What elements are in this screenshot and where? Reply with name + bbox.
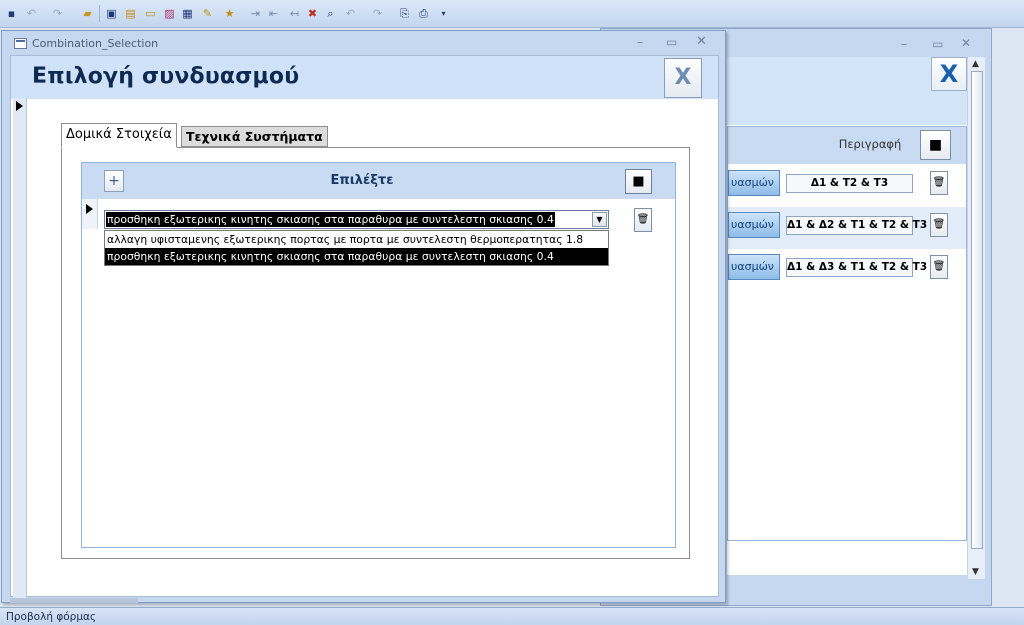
status-bar: Προβολή φόρμας [0, 607, 1024, 625]
export-icon[interactable]: ⎘ [397, 6, 412, 21]
delete-icon[interactable]: 🗑 [634, 208, 652, 232]
delete-icon[interactable]: ✖ [305, 6, 320, 21]
delete-icon[interactable]: 🗑 [930, 171, 948, 195]
bg-minimize-icon[interactable]: – [901, 37, 907, 51]
folder-icon[interactable]: ▰ [80, 6, 95, 21]
page-title: Επιλογή συνδυασμού [32, 64, 300, 89]
indent-icon[interactable]: ⇥ [248, 6, 263, 21]
subform-record-selector[interactable] [82, 199, 98, 229]
customize-icon[interactable]: ▾ [436, 6, 451, 21]
subform-header-label: Επιλέξτε [330, 173, 394, 188]
undo-icon[interactable]: ↶ [343, 6, 358, 21]
save-icon[interactable]: ■ [920, 130, 951, 160]
scroll-up-icon[interactable]: ▲ [972, 59, 979, 69]
image-icon[interactable]: ▨ [162, 6, 177, 21]
scrollbar-thumb[interactable] [971, 71, 983, 549]
record-selector[interactable] [13, 98, 27, 598]
form-body: Επιλογή συνδυασμού X Δομικά Στοιχεία Τεχ… [10, 55, 719, 598]
description-field[interactable]: Δ1 & Δ2 & Τ1 & Τ2 & Τ3 [786, 216, 927, 235]
folder-star-icon[interactable]: ★ [222, 6, 237, 21]
redo-icon[interactable]: ↷ [50, 6, 65, 21]
bg-close-window-icon[interactable]: ✕ [961, 36, 971, 50]
selection-subform: + Επιλέξτε ■ προσθηκη εξωτερικης κινητης… [81, 162, 676, 548]
table-row: υασμών Δ1 & Τ2 & Τ3 🗑 [728, 165, 966, 207]
current-record-icon [16, 101, 23, 111]
scroll-down-icon[interactable]: ▼ [972, 567, 979, 577]
bg-close-button[interactable]: X [931, 57, 967, 91]
maximize-icon[interactable]: ▭ [666, 35, 677, 49]
table-row: υασμών Δ1 & Δ2 & Τ1 & Τ2 & Τ3 🗑 [728, 207, 966, 249]
combobox-value[interactable]: προσθηκη εξωτερικης κινητης σκιασης στα … [106, 212, 555, 227]
status-text: Προβολή φόρμας [6, 611, 97, 623]
undo-icon[interactable]: ↶ [24, 6, 39, 21]
tab-structural-elements[interactable]: Δομικά Στοιχεία [61, 123, 177, 148]
combobox-dropdown-list: αλλαγη υφισταμενης εξωτερικης πορτας με … [104, 230, 609, 266]
print-icon[interactable]: ⎙ [416, 6, 431, 21]
selection-combobox[interactable]: προσθηκη εξωτερικης κινητης σκιασης στα … [104, 210, 609, 229]
description-field[interactable]: Δ1 & Δ3 & Τ1 & Τ2 & Τ3 [786, 258, 927, 277]
minimize-icon[interactable]: – [637, 35, 643, 49]
add-button[interactable]: + [104, 170, 124, 192]
close-window-icon[interactable]: ✕ [696, 34, 707, 49]
preview-icon[interactable]: ⌕ [323, 6, 338, 21]
bg-column-header: Περιγραφή [838, 137, 902, 151]
close-button[interactable]: X [664, 58, 702, 98]
redo-icon[interactable]: ↷ [370, 6, 385, 21]
bg-grid-header: Περιγραφή ■ [728, 127, 966, 164]
combination-button[interactable]: υασμών [728, 170, 780, 196]
tab-technical-systems[interactable]: Τεχνικά Συστήματα [181, 126, 328, 147]
delete-icon[interactable]: 🗑 [930, 255, 948, 279]
view-icon[interactable]: ▣ [104, 6, 119, 21]
table-row: υασμών Δ1 & Δ3 & Τ1 & Τ2 & Τ3 🗑 [728, 249, 966, 291]
bg-grid: Περιγραφή ■ υασμών Δ1 & Τ2 & Τ3 🗑 υασμών… [727, 126, 967, 541]
arrange-icon[interactable]: ↤ [287, 6, 302, 21]
dropdown-option[interactable]: αλλαγη υφισταμενης εξωτερικης πορτας με … [105, 231, 608, 248]
toolbar-separator [99, 5, 100, 22]
combination-selection-window: Combination_Selection – ▭ ✕ Επιλογή συνδ… [1, 30, 726, 603]
description-field[interactable]: Δ1 & Τ2 & Τ3 [786, 174, 913, 193]
form-header: Επιλογή συνδυασμού X [11, 56, 718, 99]
table-icon[interactable]: ▦ [180, 6, 195, 21]
save-icon[interactable]: ▪ [4, 6, 19, 21]
textbox-icon[interactable]: ▭ [143, 6, 158, 21]
quick-access-toolbar: ▪ ↶ ↷ ▰ ▣ ▤ ▭ ▨ ▦ ✎ ★ ⇥ ⇤ ↤ ✖ ⌕ ↶ ↷ ⎘ ⎙ … [0, 0, 1024, 28]
combination-button[interactable]: υασμών [728, 212, 780, 238]
vertical-scrollbar[interactable]: ▲ ▼ [967, 57, 985, 579]
subform-header: + Επιλέξτε ■ [82, 163, 675, 199]
form-icon[interactable]: ▤ [123, 6, 138, 21]
window-title: Combination_Selection [32, 37, 159, 50]
save-icon[interactable]: ■ [625, 169, 652, 194]
wizard-icon[interactable]: ✎ [200, 6, 215, 21]
current-record-icon [86, 204, 93, 214]
horizontal-scrollbar[interactable] [10, 598, 138, 603]
chevron-down-icon[interactable]: ▼ [592, 212, 607, 227]
form-window-icon [14, 38, 27, 49]
bg-maximize-icon[interactable]: ▭ [932, 37, 943, 51]
combination-button[interactable]: υασμών [728, 254, 780, 280]
dropdown-option-selected[interactable]: προσθηκη εξωτερικης κινητης σκιασης στα … [105, 248, 608, 265]
delete-icon[interactable]: 🗑 [930, 213, 948, 237]
outdent-icon[interactable]: ⇤ [266, 6, 281, 21]
